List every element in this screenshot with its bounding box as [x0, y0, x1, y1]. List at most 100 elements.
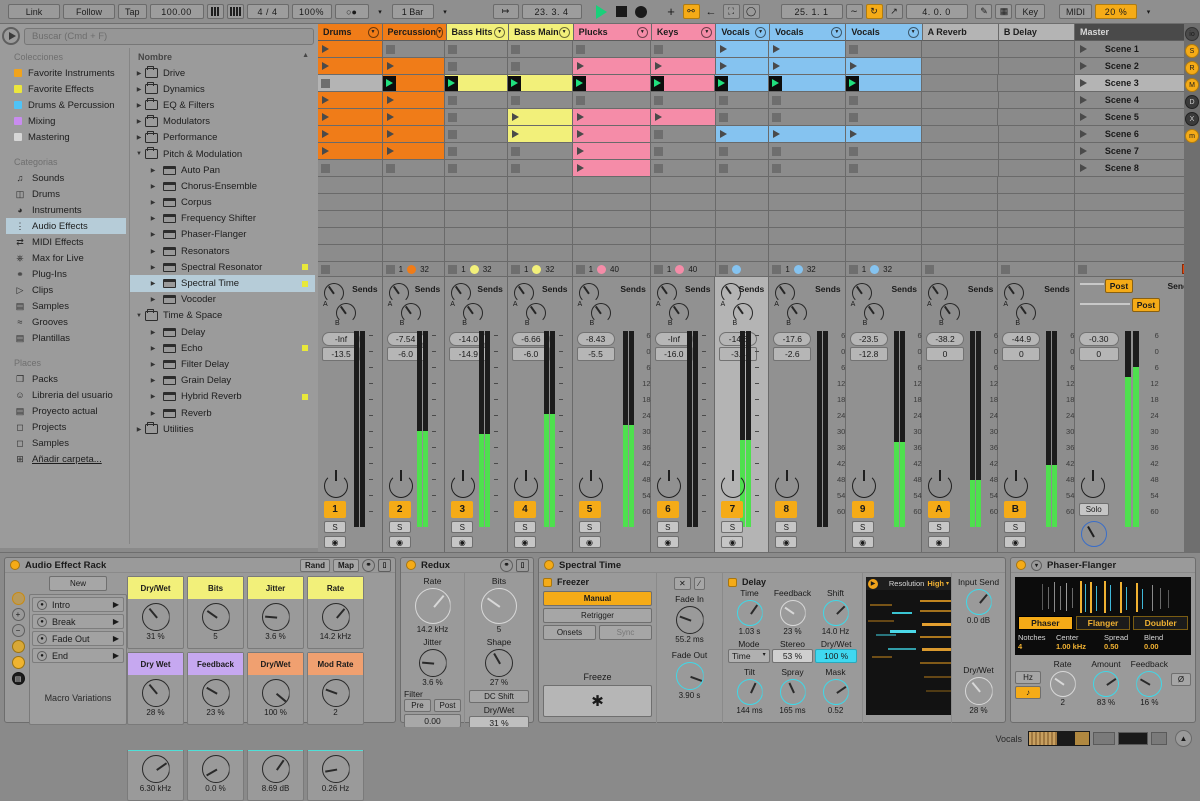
tree-item[interactable]: ▶ Hybrid Reverb: [130, 389, 315, 405]
clip-stop-button[interactable]: [848, 112, 858, 122]
track-activator[interactable]: 7: [721, 501, 744, 518]
clip-launch-icon[interactable]: [322, 130, 329, 138]
redux-bits-knob[interactable]: [481, 588, 517, 624]
automation-arm-icon[interactable]: ⚯: [682, 4, 700, 19]
notches-value[interactable]: 4: [1018, 642, 1056, 651]
clip-launch-icon[interactable]: [719, 62, 727, 70]
clip-slot[interactable]: [572, 160, 651, 177]
clip-slot[interactable]: [845, 41, 923, 58]
freezer-onsets-button[interactable]: Onsets: [543, 625, 596, 640]
clip-launch-icon[interactable]: [576, 113, 584, 121]
clip-stop-button[interactable]: [653, 163, 663, 173]
chevron-right-icon[interactable]: ▶: [147, 248, 159, 255]
track-header[interactable]: A Reverb: [922, 24, 999, 41]
phase-invert-button[interactable]: Ø: [1170, 673, 1191, 686]
clip-slot[interactable]: [998, 109, 1075, 126]
macro-knob[interactable]: [201, 755, 230, 783]
chevron-right-icon[interactable]: ▶: [133, 86, 145, 93]
tree-item[interactable]: ▶ Echo: [130, 340, 315, 356]
solo-button[interactable]: S: [928, 521, 951, 533]
clip-launch-icon[interactable]: [773, 62, 781, 70]
chevron-right-icon[interactable]: ▶: [147, 199, 159, 206]
returns-toggle-icon[interactable]: R: [1185, 61, 1199, 75]
chevron-down-icon[interactable]: ▼: [494, 26, 506, 38]
chain-item-break[interactable]: ● Break ▶: [32, 614, 124, 629]
clip-slot[interactable]: [922, 245, 999, 262]
clip-slot[interactable]: [445, 143, 508, 160]
clip-stop-button[interactable]: [718, 95, 728, 105]
sidebar-item-max-for-live[interactable]: ⎈ Max for Live: [6, 250, 126, 266]
clip-launch-icon[interactable]: [654, 62, 662, 70]
mixer-toggle-icon[interactable]: M: [1185, 78, 1199, 92]
chevron-right-icon[interactable]: ▶: [147, 345, 159, 352]
chain-list-icon[interactable]: ▤: [11, 672, 25, 685]
peak-value[interactable]: -17.6: [773, 332, 812, 346]
place-item-add-folder[interactable]: ⊞ Añadir carpeta...: [6, 451, 126, 467]
device-power-icon[interactable]: [10, 560, 20, 570]
clip-slot[interactable]: [508, 92, 573, 109]
track-header[interactable]: Vocals ▼: [770, 24, 847, 41]
clip-slot[interactable]: [922, 143, 999, 160]
clip-slot[interactable]: [318, 245, 383, 262]
search-input[interactable]: Buscar (Cmd + F): [24, 27, 314, 45]
clip-slot[interactable]: [769, 160, 846, 177]
fade-out-knob[interactable]: [675, 662, 704, 690]
play-button[interactable]: [593, 4, 610, 19]
peak-value[interactable]: -23.5: [849, 332, 888, 346]
place-item-packs[interactable]: ❐ Packs: [6, 371, 126, 387]
loop-switch-icon[interactable]: ↻: [865, 4, 883, 19]
clip-slot[interactable]: [845, 228, 923, 245]
clip-slot[interactable]: [922, 194, 999, 211]
add-macro-icon[interactable]: +: [11, 608, 25, 621]
clip-slot[interactable]: [650, 228, 716, 245]
solo-button[interactable]: S: [721, 521, 744, 533]
sidebar-item-samples[interactable]: ▤ Samples: [6, 298, 126, 314]
arm-button[interactable]: ◉: [1004, 536, 1027, 548]
place-item-current-project[interactable]: ▤ Proyecto actual: [6, 403, 126, 419]
clip-slot[interactable]: [318, 143, 383, 160]
clip-slot[interactable]: [572, 75, 651, 92]
arm-button[interactable]: ◉: [324, 536, 346, 548]
clip-slot[interactable]: [922, 41, 999, 58]
redux-shape-knob[interactable]: [485, 649, 513, 677]
track-activator[interactable]: 6: [656, 501, 679, 518]
center-value[interactable]: 1.00 kHz: [1056, 642, 1104, 651]
clip-stop-button[interactable]: [653, 95, 663, 105]
track-stop-cell[interactable]: 1 32: [382, 262, 446, 277]
clip-stop-button[interactable]: [653, 129, 663, 139]
clip-slot[interactable]: [845, 126, 923, 143]
track-stop-button[interactable]: [385, 264, 395, 274]
spray-knob[interactable]: [779, 679, 806, 705]
volume-value[interactable]: -12.8: [849, 347, 888, 361]
track-stop-cell[interactable]: [922, 262, 999, 277]
macro-control[interactable]: Dry/Wet 100 %: [247, 652, 304, 725]
macro-knob[interactable]: [321, 679, 350, 707]
clip-slot[interactable]: [715, 126, 770, 143]
clip-slot[interactable]: [769, 58, 846, 75]
tree-item[interactable]: ▶ Frequency Shifter: [130, 211, 315, 227]
chevron-right-icon[interactable]: ▶: [147, 377, 159, 384]
clip-stop-button[interactable]: [321, 163, 330, 173]
clip-slot[interactable]: [650, 75, 716, 92]
track-stop-cell[interactable]: 1 32: [445, 262, 508, 277]
clip-slot[interactable]: [445, 41, 508, 58]
clip-stop-button[interactable]: [575, 44, 585, 54]
clip-slot[interactable]: [572, 194, 651, 211]
feedback-knob[interactable]: [1136, 671, 1163, 697]
clip-slot[interactable]: [998, 41, 1075, 58]
clip-slot[interactable]: [922, 228, 999, 245]
arm-button[interactable]: ◉: [451, 536, 474, 548]
fade-shuffle-icon[interactable]: ✕: [673, 577, 691, 590]
track-stop-button[interactable]: [718, 264, 728, 274]
clip-slot[interactable]: [445, 75, 508, 92]
device-fold-icon[interactable]: ▾: [1031, 559, 1042, 571]
chevron-right-icon[interactable]: ▶: [147, 264, 159, 271]
clip-stop-button[interactable]: [448, 61, 458, 71]
macro-knob[interactable]: [321, 603, 350, 631]
clip-launch-icon[interactable]: [322, 96, 329, 104]
clip-stop-button[interactable]: [511, 95, 520, 105]
track-stop-cell[interactable]: 1 32: [507, 262, 573, 277]
chevron-down-icon[interactable]: ▼: [558, 26, 570, 38]
track-stop-cell[interactable]: 1 32: [845, 262, 923, 277]
launch-quantization-field[interactable]: 1 Bar: [391, 4, 434, 19]
